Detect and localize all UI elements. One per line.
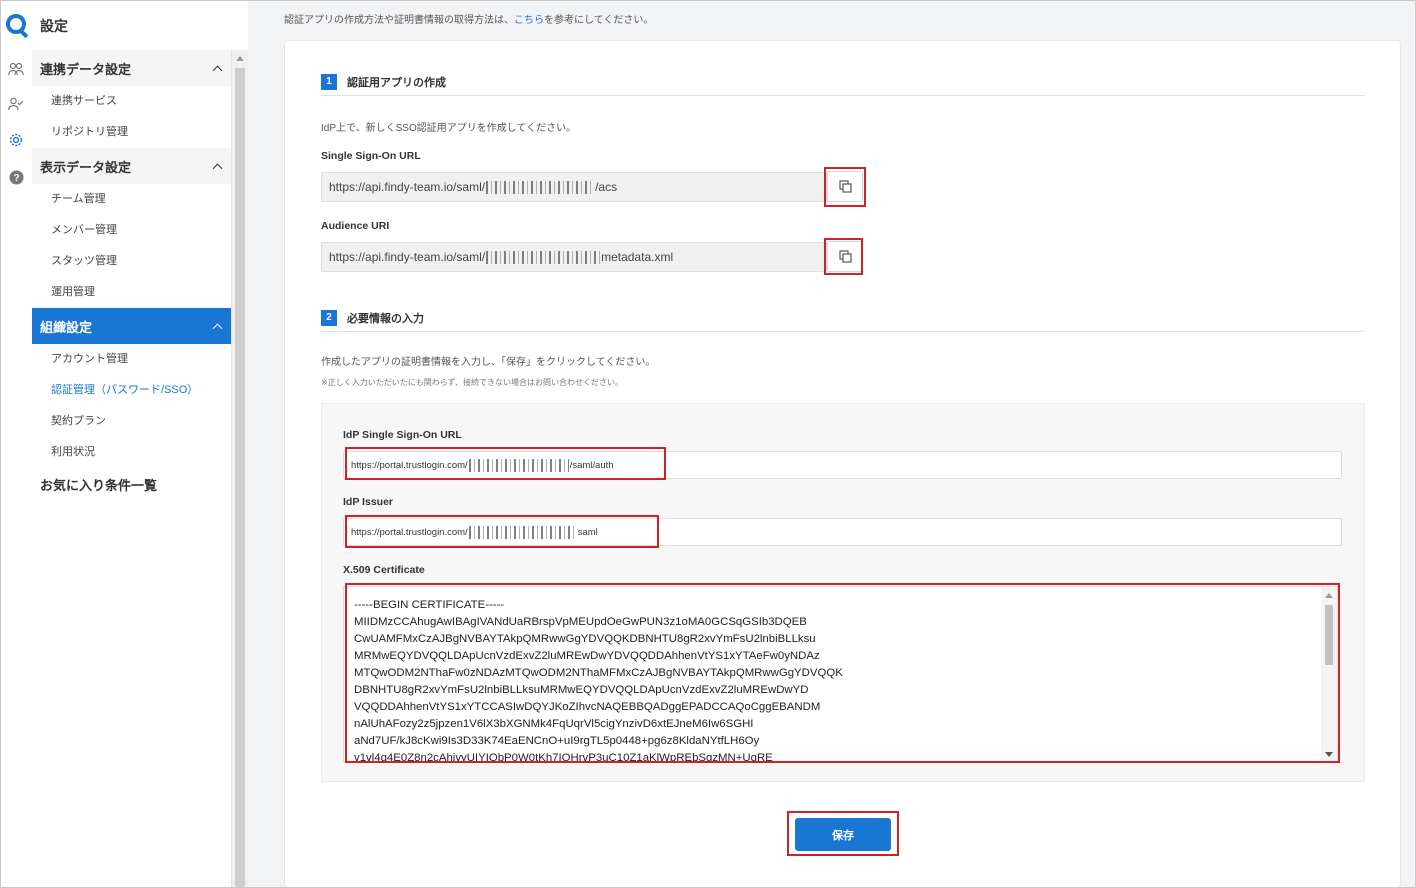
save-button[interactable]: 保存: [795, 818, 891, 851]
step-2-description: 作成したアプリの証明書情報を入力し、「保存」をクリックしてください。: [321, 357, 656, 368]
intro-before: 認証アプリの作成方法や証明書情報の取得方法は、: [284, 15, 514, 26]
idp-issuer-prefix: https://portal.trustlogin.com/: [351, 526, 468, 538]
intro-after: を参考にしてください。: [544, 15, 654, 26]
step-title: 認証用アプリの作成: [347, 76, 446, 89]
scrollbar-thumb[interactable]: [1325, 605, 1333, 665]
redacted-value: [486, 180, 595, 194]
sidebar-group-label: 連携データ設定: [40, 61, 132, 77]
scroll-down-icon[interactable]: [1325, 752, 1333, 757]
redacted-value: [486, 250, 601, 264]
sidebar-scrollbar[interactable]: [231, 50, 248, 888]
sidebar: 連携データ設定 連携サービス リポジトリ管理 表示データ設定 チーム管理 メンバ…: [32, 50, 231, 888]
audience-uri-suffix: metadata.xml: [601, 250, 674, 264]
sidebar-group-display-data[interactable]: 表示データ設定: [32, 148, 231, 184]
sidebar-item-members[interactable]: メンバー管理: [32, 215, 231, 246]
sidebar-item-operations[interactable]: 運用管理: [32, 277, 231, 308]
sidebar-group-organization[interactable]: 組織設定: [32, 308, 231, 344]
sidebar-group-linked-data[interactable]: 連携データ設定: [32, 50, 231, 86]
idp-issuer-input[interactable]: https://portal.trustlogin.com/saml: [343, 518, 1342, 546]
redacted-value: [468, 458, 569, 472]
step-number-badge: 1: [321, 73, 337, 90]
redacted-value: [468, 525, 577, 539]
idp-sso-url-suffix: /saml/auth: [569, 459, 614, 471]
sidebar-group-label: 組織設定: [40, 319, 93, 335]
copy-icon: [838, 250, 852, 263]
sidebar-item-favorites[interactable]: お気に入り条件一覧: [32, 468, 231, 504]
sidebar-item-repositories[interactable]: リポジトリ管理: [32, 117, 231, 148]
textarea-scrollbar[interactable]: [1321, 587, 1337, 761]
certificate-textarea[interactable]: -----BEGIN CERTIFICATE----- MIIDMzCCAhug…: [343, 586, 1338, 762]
sso-url-label: Single Sign-On URL: [321, 150, 421, 162]
chevron-up-icon: [212, 323, 223, 333]
people-icon[interactable]: [7, 60, 25, 78]
idp-sso-url-input[interactable]: https://portal.trustlogin.com/ /saml/auth: [343, 451, 1342, 479]
audience-uri-prefix: https://api.findy-team.io/saml/: [329, 250, 486, 264]
chevron-up-icon: [212, 65, 223, 75]
step-2-note: ※正しく入力いただいたにも関わらず、接続できない場合はお問い合わせください。: [321, 378, 623, 387]
sso-url-suffix: /acs: [595, 180, 618, 194]
app-header: 設定: [0, 0, 248, 50]
step-number-badge: 2: [321, 309, 337, 326]
sidebar-item-teams[interactable]: チーム管理: [32, 184, 231, 215]
step-1-description: IdP上で、新しくSSO認証用アプリを作成してください。: [321, 123, 577, 134]
idp-issuer-label: IdP Issuer: [343, 496, 393, 508]
sso-url-field[interactable]: https://api.findy-team.io/saml/ /acs: [321, 172, 827, 202]
person-check-icon[interactable]: [7, 95, 25, 113]
audience-uri-field[interactable]: https://api.findy-team.io/saml/metadata.…: [321, 242, 827, 272]
help-link[interactable]: こちら: [514, 15, 544, 26]
step-1-header: 1 認証用アプリの作成: [321, 68, 1365, 96]
help-icon[interactable]: ?: [7, 168, 25, 186]
svg-text:?: ?: [13, 173, 19, 184]
sidebar-item-authentication[interactable]: 認証管理（パスワード/SSO）: [32, 375, 231, 406]
idp-sso-url-prefix: https://portal.trustlogin.com/: [351, 459, 468, 471]
chevron-up-icon: [212, 163, 223, 173]
intro-text: 認証アプリの作成方法や証明書情報の取得方法は、こちらを参考にしてください。: [284, 11, 653, 26]
sidebar-item-usage[interactable]: 利用状況: [32, 437, 231, 468]
sidebar-item-plan[interactable]: 契約プラン: [32, 406, 231, 437]
idp-issuer-suffix: saml: [577, 526, 598, 538]
copy-sso-url-button[interactable]: [827, 171, 863, 202]
sidebar-group-label: 表示データ設定: [40, 159, 132, 175]
scrollbar-thumb[interactable]: [235, 68, 245, 888]
copy-icon: [838, 180, 852, 193]
sso-url-prefix: https://api.findy-team.io/saml/: [329, 180, 486, 194]
copy-audience-uri-button[interactable]: [827, 241, 863, 272]
app-logo-icon: [6, 14, 26, 34]
sidebar-item-linked-services[interactable]: 連携サービス: [32, 86, 231, 117]
certificate-text: -----BEGIN CERTIFICATE----- MIIDMzCCAhug…: [354, 599, 843, 762]
gear-icon[interactable]: [7, 131, 25, 149]
certificate-label: X.509 Certificate: [343, 564, 425, 576]
scroll-up-icon[interactable]: [1325, 593, 1333, 598]
audience-uri-label: Audience URI: [321, 220, 390, 232]
step-2-header: 2 必要情報の入力: [321, 304, 1365, 332]
idp-sso-url-label: IdP Single Sign-On URL: [343, 429, 462, 441]
page-title: 設定: [40, 18, 68, 34]
sidebar-item-accounts[interactable]: アカウント管理: [32, 344, 231, 375]
scroll-up-icon[interactable]: [236, 56, 244, 61]
step-title: 必要情報の入力: [347, 312, 424, 325]
sidebar-item-stats[interactable]: スタッツ管理: [32, 246, 231, 277]
